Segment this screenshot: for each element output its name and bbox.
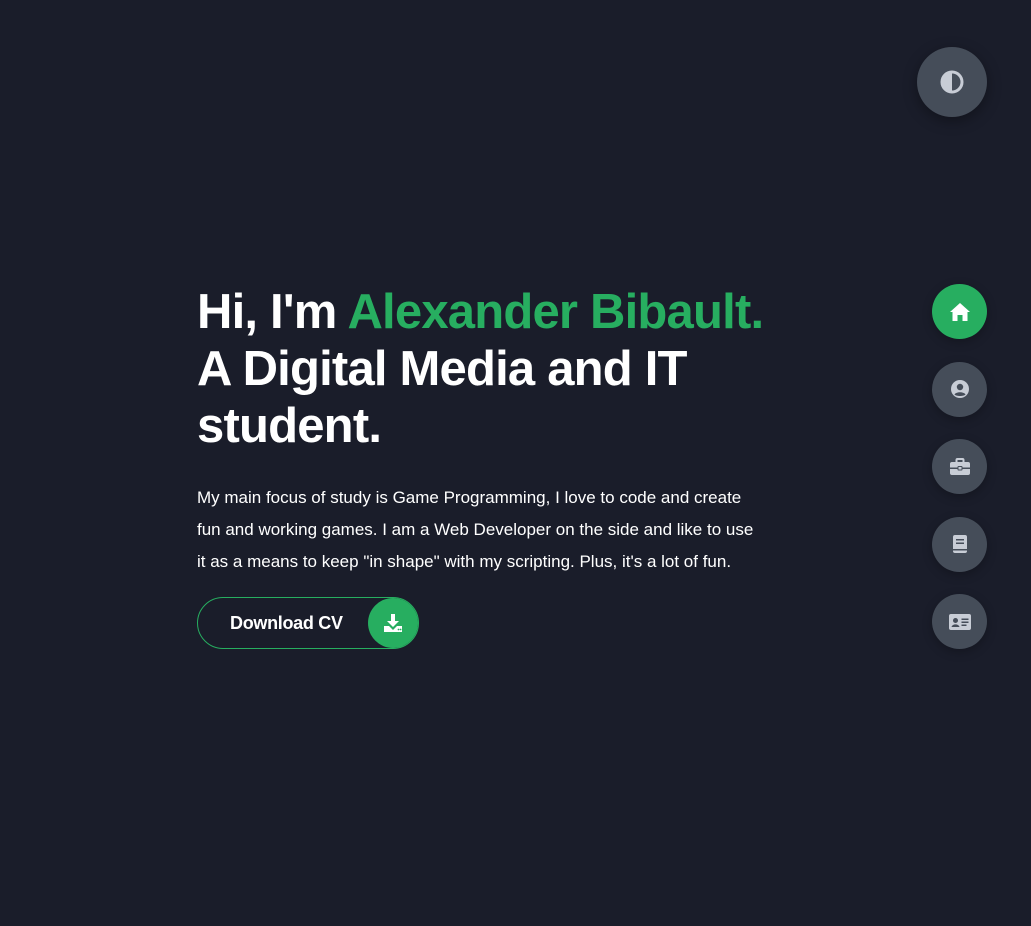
theme-toggle-button[interactable]: [917, 47, 987, 117]
hero-tagline: A Digital Media and IT student.: [197, 342, 687, 453]
nav-item-about[interactable]: [932, 361, 987, 417]
nav-item-portfolio[interactable]: [932, 439, 987, 494]
hero-title: Hi, I'm Alexander Bibault. A Digital Med…: [197, 284, 777, 455]
nav-item-home[interactable]: [932, 284, 987, 339]
book-icon: [951, 534, 969, 554]
hero-section: Hi, I'm Alexander Bibault. A Digital Med…: [197, 284, 777, 578]
briefcase-icon: [949, 457, 971, 476]
user-circle-icon: [950, 379, 970, 399]
nav-item-contact[interactable]: [932, 594, 987, 649]
download-icon: [368, 598, 418, 648]
download-cv-button[interactable]: Download CV: [197, 597, 419, 649]
contrast-icon: [940, 70, 964, 94]
hero-description: My main focus of study is Game Programmi…: [197, 488, 754, 571]
hero-greeting: Hi, I'm: [197, 285, 348, 339]
side-navigation: [932, 284, 987, 672]
home-icon: [949, 302, 971, 322]
hero-name: Alexander Bibault.: [347, 285, 764, 339]
contact-card-icon: [948, 613, 972, 631]
download-cv-label: Download CV: [230, 612, 343, 633]
nav-item-blog[interactable]: [932, 516, 987, 572]
